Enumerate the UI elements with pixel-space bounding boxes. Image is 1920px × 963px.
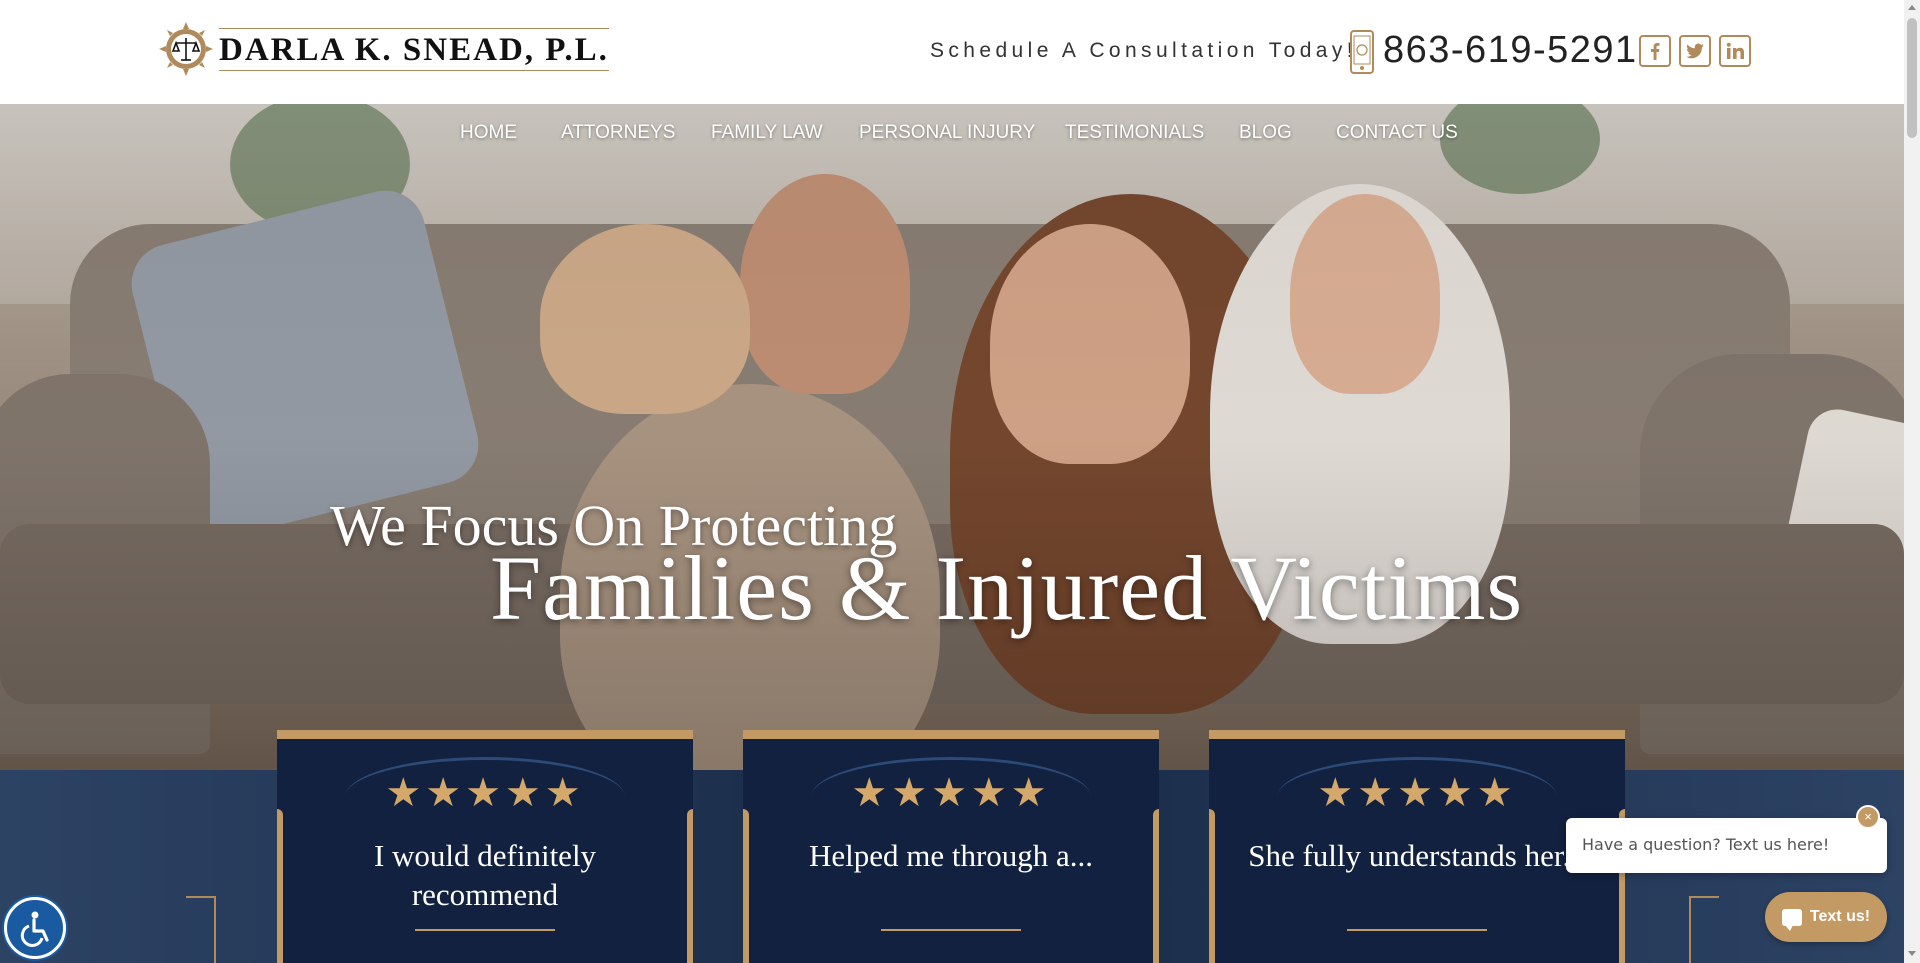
page: DARLA K. SNEAD, P.L. Schedule A Consulta… <box>0 0 1920 963</box>
testimonial-quote: She fully understands her... <box>1248 838 1586 873</box>
twitter-link[interactable] <box>1679 35 1711 67</box>
twitter-icon <box>1686 43 1704 59</box>
testimonial-card[interactable]: ★★★★★ I would definitely recommend <box>277 730 693 963</box>
card-divider <box>415 929 555 931</box>
facebook-link[interactable] <box>1639 35 1671 67</box>
testimonial-quote: I would definitely recommend <box>373 838 597 912</box>
accessibility-button[interactable] <box>4 897 66 959</box>
chat-close-button[interactable]: × <box>1856 805 1880 829</box>
linkedin-link[interactable] <box>1719 35 1751 67</box>
text-us-label: Text us! <box>1809 908 1871 925</box>
testimonial-card[interactable]: ★★★★★ Helped me through a... <box>743 730 1159 963</box>
text-us-button[interactable]: Text us! <box>1765 892 1887 942</box>
card-edge <box>687 809 693 963</box>
scales-of-justice-icon <box>159 22 213 76</box>
star-rating: ★★★★★ <box>385 771 585 815</box>
wheelchair-icon <box>20 911 49 947</box>
facebook-icon <box>1651 43 1660 60</box>
hero-banner <box>0 104 1904 770</box>
nav-item-attorneys[interactable]: ATTORNEYS <box>561 122 675 144</box>
main-navigation: HOME ATTORNEYS FAMILY LAW PERSONAL INJUR… <box>0 104 1904 164</box>
chat-prompt-text: Have a question? Text us here! <box>1582 835 1830 854</box>
scroll-up-arrow-icon[interactable] <box>1908 5 1916 10</box>
testimonial-card[interactable]: ★★★★★ She fully understands her... <box>1209 730 1625 963</box>
logo[interactable]: DARLA K. SNEAD, P.L. <box>157 20 609 78</box>
star-rating: ★★★★★ <box>851 771 1051 815</box>
decorative-corner <box>186 896 216 963</box>
scrollbar-thumb[interactable] <box>1907 18 1917 138</box>
consultation-cta: Schedule A Consultation Today! <box>930 39 1357 62</box>
card-edge <box>1153 809 1159 963</box>
card-divider <box>1347 929 1487 931</box>
nav-item-testimonials[interactable]: TESTIMONIALS <box>1065 122 1204 144</box>
logo-text: DARLA K. SNEAD, P.L. <box>219 31 609 68</box>
page-scrollbar[interactable] <box>1904 0 1920 963</box>
hero-overlay <box>0 104 1904 770</box>
chat-icon <box>1781 908 1802 931</box>
star-rating: ★★★★★ <box>1317 771 1517 815</box>
site-header: DARLA K. SNEAD, P.L. Schedule A Consulta… <box>0 0 1904 104</box>
nav-item-blog[interactable]: BLOG <box>1239 122 1292 144</box>
phone-number-link[interactable]: 863-619-5291 <box>1383 29 1638 72</box>
nav-item-personal-injury[interactable]: PERSONAL INJURY <box>859 122 1035 144</box>
card-edge <box>277 809 283 963</box>
linkedin-icon <box>1726 42 1744 59</box>
card-divider <box>881 929 1021 931</box>
scroll-down-arrow-icon[interactable] <box>1908 951 1916 956</box>
nav-item-home[interactable]: HOME <box>460 122 517 144</box>
card-edge <box>1209 809 1215 963</box>
hero-heading-line-2: Families & Injured Victims <box>490 537 1524 639</box>
testimonial-quote: Helped me through a... <box>808 838 1094 873</box>
nav-item-contact-us[interactable]: CONTACT US <box>1336 122 1458 144</box>
chat-prompt-bubble[interactable]: Have a question? Text us here! <box>1566 818 1887 873</box>
logo-wordmark: DARLA K. SNEAD, P.L. <box>219 27 609 71</box>
decorative-corner <box>1689 896 1719 963</box>
phone-icon <box>1350 30 1374 74</box>
card-edge <box>743 809 749 963</box>
nav-item-family-law[interactable]: FAMILY LAW <box>711 122 823 144</box>
